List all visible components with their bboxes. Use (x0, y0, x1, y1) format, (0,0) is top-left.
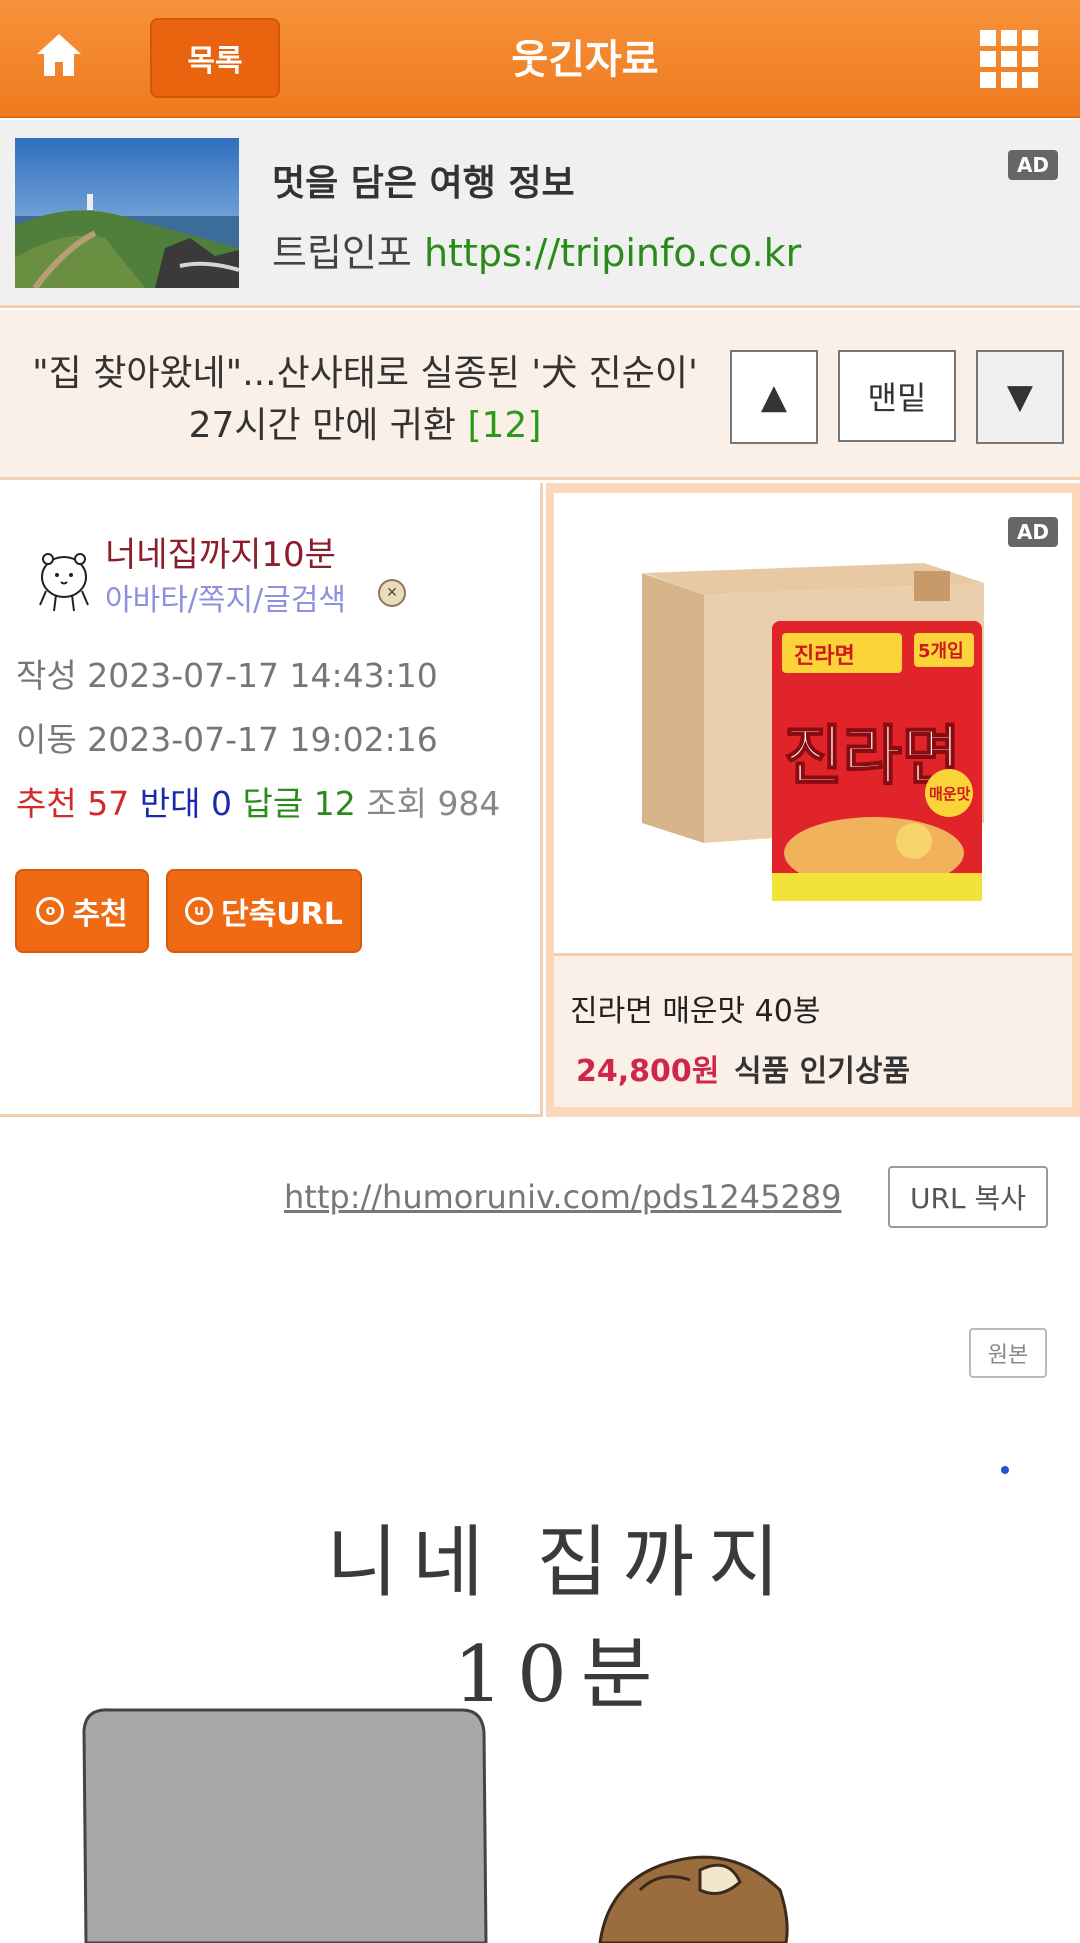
recommend-button[interactable]: o 추천 (15, 869, 149, 953)
written-label: 작성 (16, 656, 77, 695)
level-badge-icon: ✕ (378, 579, 406, 607)
moved-date: 이동 2023-07-17 19:02:16 (16, 713, 438, 761)
views-count: 984 (437, 784, 501, 823)
ad-badge: AD (1008, 150, 1058, 180)
comment-count: [12] (467, 405, 542, 446)
written-value: 2023-07-17 14:43:10 (87, 656, 438, 695)
pack-flavor: 매운맛 (929, 785, 971, 803)
author-links[interactable]: 아바타/쪽지/글검색 (105, 575, 346, 619)
scroll-bottom-button[interactable]: 맨밑 (838, 350, 956, 442)
ad-advertiser: 트립인포 (272, 231, 412, 275)
moved-label: 이동 (16, 720, 77, 759)
product-info[interactable]: 진라면 매운맛 40봉 24,800원 식품 인기상품 (554, 953, 1072, 1107)
product-ad[interactable]: 진라면 5개입 진라면 매운맛 AD 진라면 매운맛 40봉 24,800원 식… (546, 483, 1080, 1117)
author-avatar[interactable] (34, 547, 94, 613)
url-copy-button[interactable]: URL 복사 (888, 1166, 1048, 1228)
post-title: "집 찾아왔네"...산사태로 실종된 '犬 진순이' 27시간 만에 귀환 [… (20, 348, 710, 452)
page: 목록 웃긴자료 멋을 담은 여행 정보 트립인포 https://tripinf… (0, 0, 1080, 1943)
short-url-button[interactable]: u 단축URL (166, 869, 362, 953)
author-name[interactable]: 너네집까지10분 (105, 527, 336, 576)
top-navigation-bar: 목록 웃긴자료 (0, 0, 1080, 118)
short-url-button-label: 단축URL (221, 897, 343, 932)
product-name[interactable]: 진라면 매운맛 40봉 (570, 986, 820, 1030)
list-button[interactable]: 목록 (150, 18, 280, 98)
recommend-circle-icon: o (36, 897, 65, 925)
oppose-count: 0 (210, 784, 232, 823)
original-image-button[interactable]: 원본 (969, 1328, 1047, 1378)
next-post-button[interactable]: ▼ (976, 350, 1064, 444)
travel-ad-banner[interactable]: 멋을 담은 여행 정보 트립인포 https://tripinfo.co.kr … (0, 120, 1080, 308)
product-ad-badge: AD (1008, 517, 1058, 547)
ad-advertiser-line[interactable]: 트립인포 https://tripinfo.co.kr (272, 222, 801, 277)
home-icon[interactable] (34, 30, 84, 80)
recommend-button-label: 추천 (72, 897, 128, 932)
written-date: 작성 2023-07-17 14:43:10 (16, 649, 438, 697)
pack-count: 5개입 (918, 640, 964, 662)
post-title-bar: "집 찾아왔네"...산사태로 실종된 '犬 진순이' 27시간 만에 귀환 [… (0, 310, 1080, 480)
product-category: 식품 인기상품 (734, 1054, 911, 1089)
recommend-label: 추천 (16, 784, 77, 823)
post-stats: 추천 57 반대 0 답글 12 조회 984 (16, 777, 500, 825)
reply-count: 12 (313, 784, 356, 823)
post-url-link[interactable]: http://humoruniv.com/pds1245289 (284, 1178, 842, 1216)
ad-thumbnail-image[interactable] (15, 138, 239, 288)
product-image[interactable]: 진라면 5개입 진라면 매운맛 AD (554, 493, 1072, 953)
views-label: 조회 (366, 784, 427, 823)
product-price: 24,800원 (576, 1054, 720, 1089)
ad-url[interactable]: https://tripinfo.co.kr (424, 231, 801, 275)
post-title-text: "집 찾아왔네"...산사태로 실종된 '犬 진순이' 27시간 만에 귀환 (32, 353, 698, 446)
post-info-panel: 너네집까지10분 아바타/쪽지/글검색 ✕ 작성 2023-07-17 14:4… (0, 483, 543, 1117)
short-url-circle-icon: u (185, 897, 214, 925)
moved-value: 2023-07-17 19:02:16 (87, 720, 438, 759)
board-title: 웃긴자료 (511, 37, 659, 83)
recommend-count: 57 (87, 784, 130, 823)
oppose-label: 반대 (139, 784, 201, 823)
reply-label: 답글 (242, 784, 304, 823)
comic-title: 니네 집까지 10분 (326, 1518, 794, 1720)
menu-grid-icon[interactable] (980, 30, 1042, 88)
previous-post-button[interactable]: ▲ (730, 350, 818, 444)
ad-title[interactable]: 멋을 담은 여행 정보 (272, 154, 575, 206)
pack-brand-small: 진라면 (794, 644, 855, 669)
